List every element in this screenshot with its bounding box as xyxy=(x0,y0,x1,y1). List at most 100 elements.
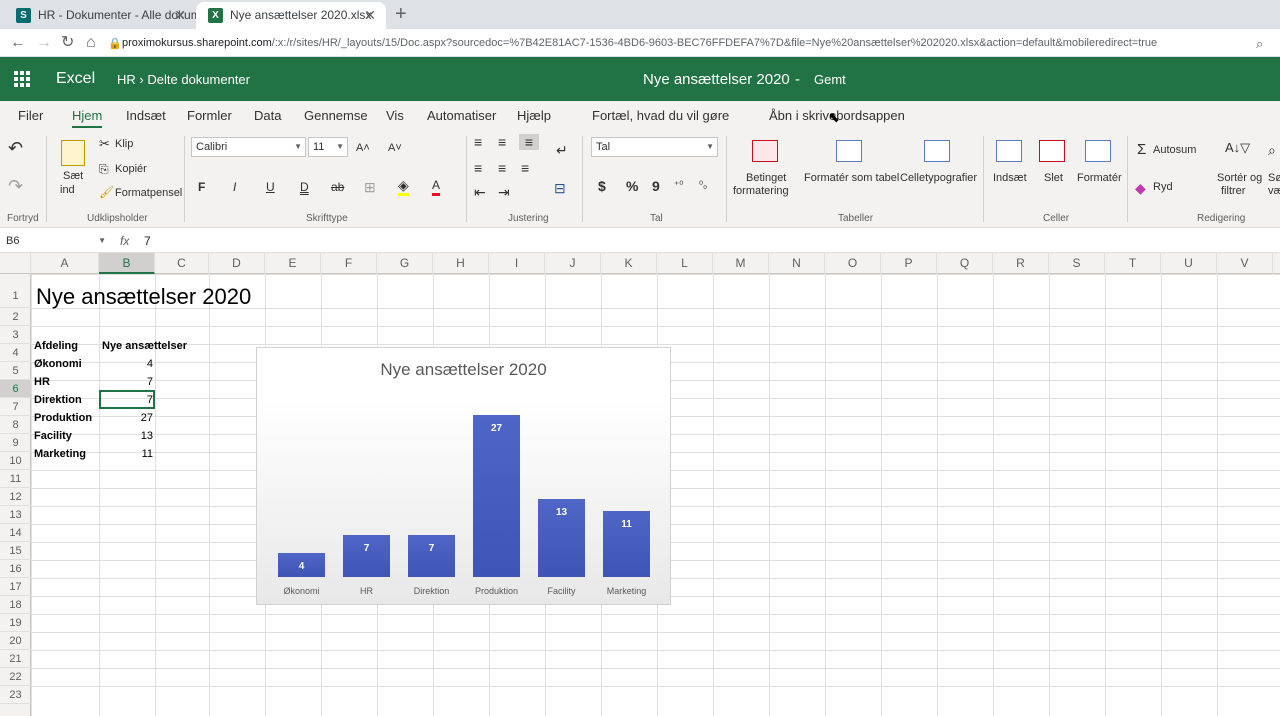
column-header-q[interactable]: Q xyxy=(937,253,993,274)
name-box[interactable]: B6 ▼ xyxy=(2,232,110,250)
copy-icon[interactable]: ⎘ xyxy=(99,161,109,177)
column-header-i[interactable]: I xyxy=(489,253,545,274)
row-header-5[interactable]: 5 xyxy=(0,362,31,380)
row-header-17[interactable]: 17 xyxy=(0,578,31,596)
currency-button[interactable]: $ xyxy=(598,178,606,194)
double-underline-button[interactable]: D xyxy=(300,179,309,195)
row-header-1[interactable]: 1 xyxy=(0,274,31,308)
new-hires-cell[interactable]: 7 xyxy=(99,373,153,391)
bar-chart[interactable]: Nye ansættelser 2020 4 Økonomi 7 HR 7 Direkti… xyxy=(256,347,671,605)
breadcrumb-site[interactable]: HR xyxy=(117,72,136,87)
header-cell-new-hires[interactable]: Nye ansættelser xyxy=(102,337,187,355)
autosum-icon[interactable]: Σ xyxy=(1137,142,1146,158)
fill-color-icon[interactable]: ◈ xyxy=(398,177,409,196)
delete-cells-button[interactable]: Slet xyxy=(1044,172,1063,185)
tab-review[interactable]: Gennemse xyxy=(304,101,368,131)
new-hires-cell[interactable]: 27 xyxy=(99,409,153,427)
department-cell[interactable]: Produktion xyxy=(34,409,92,427)
chart-bar[interactable] xyxy=(408,535,455,577)
decrease-font-icon[interactable]: A˅ xyxy=(388,140,402,156)
percent-button[interactable]: % xyxy=(626,178,638,194)
close-icon[interactable]: ✕ xyxy=(364,2,376,29)
column-header-b[interactable]: B xyxy=(99,253,155,274)
column-header-e[interactable]: E xyxy=(265,253,321,274)
italic-button[interactable]: I xyxy=(233,179,236,195)
tab-file[interactable]: Filer xyxy=(18,101,43,131)
insert-cells-button[interactable]: Indsæt xyxy=(993,172,1027,185)
format-as-table-button[interactable]: Formatér som tabel xyxy=(804,172,899,185)
new-hires-cell[interactable]: 4 xyxy=(99,355,153,373)
eraser-icon[interactable]: ◆ xyxy=(1135,180,1146,196)
column-header-m[interactable]: M xyxy=(713,253,769,274)
select-all-corner[interactable] xyxy=(0,253,31,274)
department-cell[interactable]: HR xyxy=(34,373,50,391)
back-icon[interactable]: ← xyxy=(10,31,26,55)
row-header-18[interactable]: 18 xyxy=(0,596,31,614)
zoom-icon[interactable]: ⌕ xyxy=(1256,32,1263,56)
department-cell[interactable]: Direktion xyxy=(34,391,82,409)
row-header-10[interactable]: 10 xyxy=(0,452,31,470)
paste-button[interactable]: Sæt xyxy=(63,170,83,183)
row-header-23[interactable]: 23 xyxy=(0,686,31,704)
cell-styles-button[interactable]: Celletypografier xyxy=(900,172,977,185)
delete-cells-icon[interactable] xyxy=(1039,140,1065,162)
tell-me-search[interactable]: Fortæl, hvad du vil gøre xyxy=(592,101,729,131)
bold-button[interactable]: F xyxy=(198,179,205,195)
tab-automate[interactable]: Automatiser xyxy=(427,101,496,131)
column-header-v[interactable]: V xyxy=(1217,253,1273,274)
number-format-dropdown[interactable]: Tal ▼ xyxy=(591,137,718,157)
row-header-3[interactable]: 3 xyxy=(0,326,31,344)
row-header-19[interactable]: 19 xyxy=(0,614,31,632)
home-icon[interactable]: ⌂ xyxy=(86,31,96,55)
tab-insert[interactable]: Indsæt xyxy=(126,101,166,131)
find-button[interactable]: Sø xyxy=(1268,172,1280,185)
tab-help[interactable]: Hjælp xyxy=(517,101,551,131)
header-cell-department[interactable]: Afdeling xyxy=(34,337,78,355)
find-icon[interactable]: ⌕ xyxy=(1268,142,1276,158)
format-painter-icon[interactable]: 🖌 xyxy=(99,184,114,200)
row-header-15[interactable]: 15 xyxy=(0,542,31,560)
redo-icon[interactable]: ↷ xyxy=(8,177,23,195)
tab-home[interactable]: Hjem xyxy=(72,101,103,131)
strikethrough-button[interactable]: ab xyxy=(331,179,344,195)
increase-indent-icon[interactable]: ⇥ xyxy=(498,184,510,200)
row-header-7[interactable]: 7 xyxy=(0,398,31,416)
paste-icon[interactable] xyxy=(61,140,85,166)
column-header-k[interactable]: K xyxy=(601,253,657,274)
row-header-2[interactable]: 2 xyxy=(0,308,31,326)
find-button-line2[interactable]: væ xyxy=(1268,185,1280,198)
sort-filter-button[interactable]: Sortér og xyxy=(1217,172,1262,185)
row-header-22[interactable]: 22 xyxy=(0,668,31,686)
document-title[interactable]: Nye ansættelser 2020 xyxy=(643,57,790,103)
column-header-s[interactable]: S xyxy=(1049,253,1105,274)
column-header-c[interactable]: C xyxy=(155,253,209,274)
tab-hr-documents[interactable]: S HR - Dokumenter - Alle dokumer ✕ xyxy=(4,2,196,29)
conditional-formatting-icon[interactable] xyxy=(752,140,778,162)
chart-bar[interactable] xyxy=(343,535,390,577)
column-header-d[interactable]: D xyxy=(209,253,265,274)
autosum-button[interactable]: Autosum xyxy=(1153,144,1196,157)
row-header-14[interactable]: 14 xyxy=(0,524,31,542)
undo-icon[interactable]: ↶ xyxy=(8,139,23,157)
new-hires-cell[interactable]: 13 xyxy=(99,427,153,445)
row-header-21[interactable]: 21 xyxy=(0,650,31,668)
column-header-f[interactable]: F xyxy=(321,253,377,274)
column-header-o[interactable]: O xyxy=(825,253,881,274)
row-header-20[interactable]: 20 xyxy=(0,632,31,650)
format-as-table-icon[interactable] xyxy=(836,140,862,162)
column-header-a[interactable]: A xyxy=(31,253,99,274)
breadcrumb-folder[interactable]: Delte dokumenter xyxy=(147,72,250,87)
chart-bar[interactable] xyxy=(473,415,520,577)
column-header-p[interactable]: P xyxy=(881,253,937,274)
row-header-8[interactable]: 8 xyxy=(0,416,31,434)
function-icon[interactable]: fx xyxy=(120,232,129,250)
increase-font-icon[interactable]: A˄ xyxy=(356,140,370,156)
column-header-t[interactable]: T xyxy=(1105,253,1161,274)
new-tab-icon[interactable]: + xyxy=(395,2,407,26)
column-header-g[interactable]: G xyxy=(377,253,433,274)
align-top-icon[interactable]: ≡ xyxy=(474,134,482,150)
increase-decimal-icon[interactable]: ⁺⁰ xyxy=(674,178,683,194)
tab-view[interactable]: Vis xyxy=(386,101,404,131)
close-icon[interactable]: ✕ xyxy=(174,2,186,29)
format-painter-button[interactable]: Formatpensel xyxy=(115,187,182,200)
